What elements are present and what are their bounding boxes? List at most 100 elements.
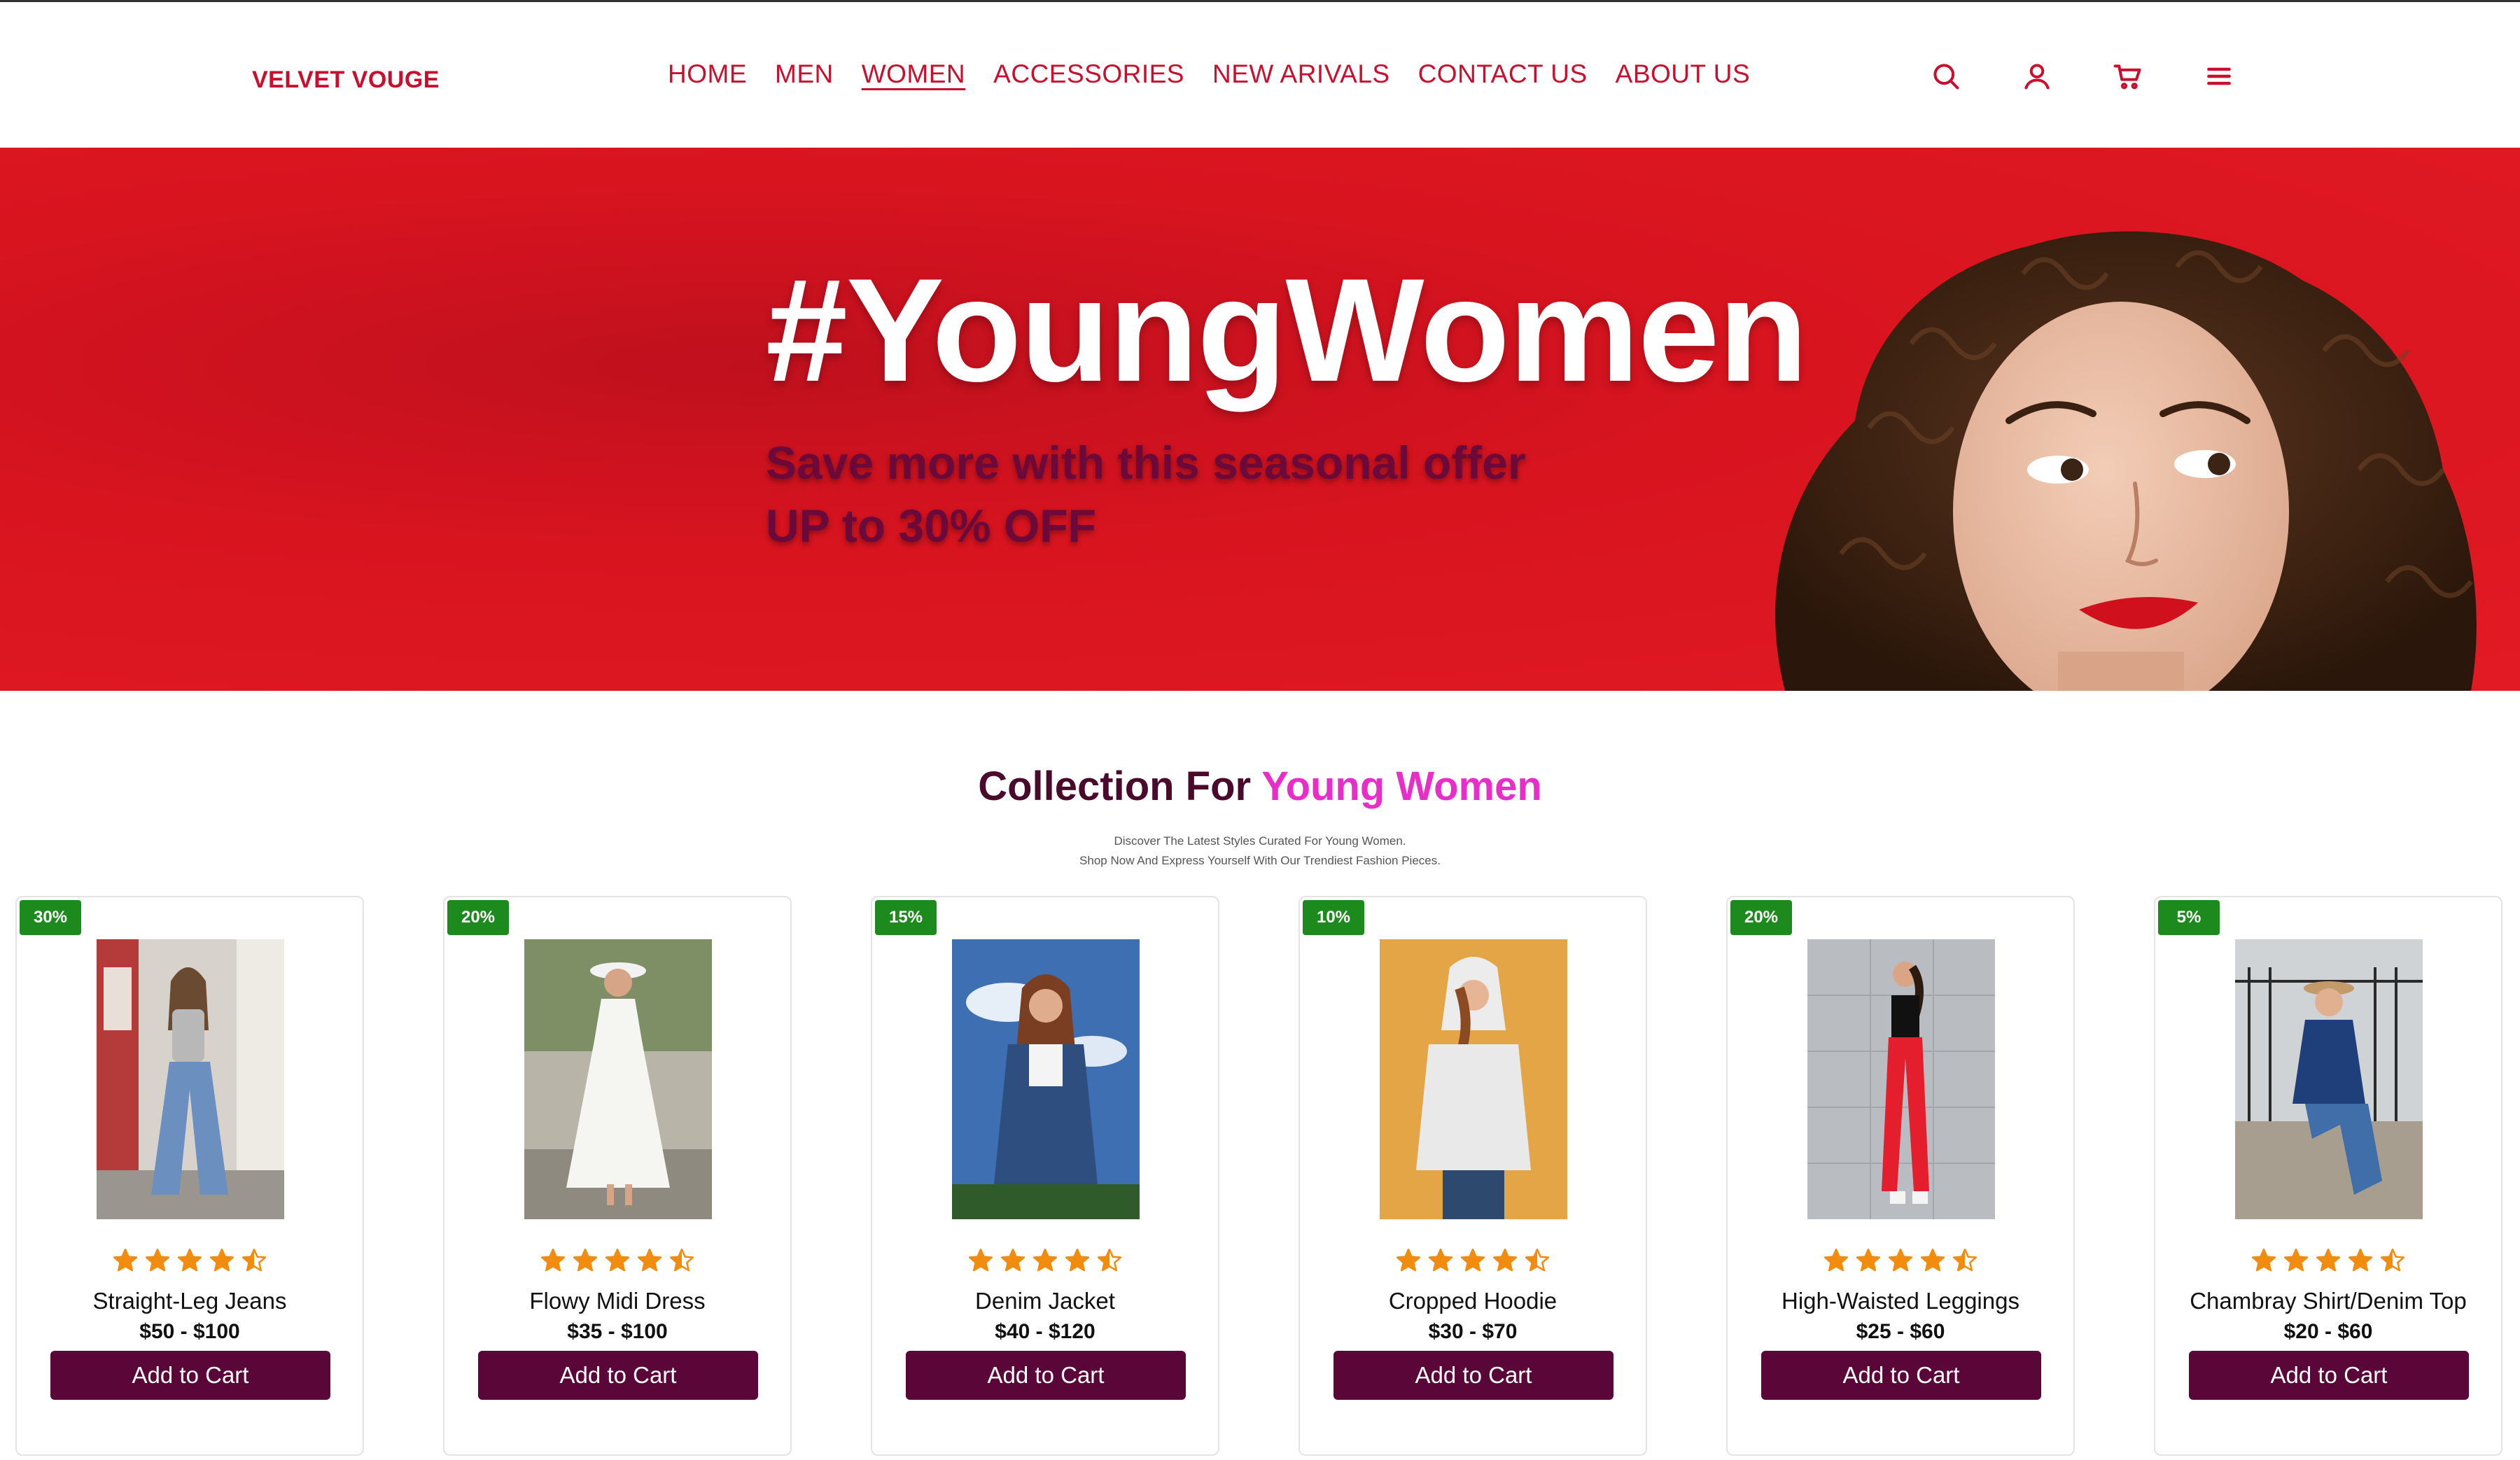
hero-banner: #YoungWomen Save more with this seasonal… — [0, 148, 2520, 691]
product-card[interactable]: 5% Chambray Shirt/Denim Top $20 - $60 Ad… — [2154, 896, 2502, 1456]
hero-model-image — [1775, 231, 2477, 691]
star-full-icon — [1000, 1248, 1026, 1272]
star-full-icon — [1823, 1248, 1849, 1272]
star-full-icon — [209, 1248, 234, 1272]
collection-subtitle: Discover The Latest Styles Curated For Y… — [0, 831, 2520, 871]
discount-badge: 20% — [447, 900, 509, 935]
user-icon — [2024, 64, 2050, 90]
collection-subtitle-line-2: Shop Now And Express Yourself With Our T… — [1079, 854, 1441, 867]
site-header: VELVET VOUGE HOME MEN WOMEN ACCESSORIES … — [0, 2, 2520, 148]
product-image — [2235, 939, 2423, 1219]
rating-stars — [872, 1247, 1218, 1274]
collection-title: Collection For Young Women — [0, 763, 2520, 810]
product-card[interactable]: 20% High-Waisted Leggings $25 - $60 Add … — [1726, 896, 2075, 1456]
product-name: Chambray Shirt/Denim Top — [2190, 1288, 2467, 1314]
search-icon — [1933, 64, 1959, 90]
product-name: Flowy Midi Dress — [529, 1288, 706, 1314]
product-price: $30 - $70 — [1428, 1320, 1518, 1343]
product-price: $40 - $120 — [995, 1320, 1096, 1343]
page: VELVET VOUGE HOME MEN WOMEN ACCESSORIES … — [0, 0, 2520, 1460]
product-image — [1380, 939, 1567, 1219]
star-full-icon — [1396, 1248, 1421, 1272]
star-half-icon — [1525, 1248, 1550, 1272]
hero-title: #YoungWomen — [766, 248, 1808, 412]
product-grid: 30% Straight-Leg Jeans $50 - $100 Add to… — [15, 896, 2505, 1456]
rating-stars — [1300, 1247, 1646, 1274]
star-half-icon — [241, 1248, 267, 1272]
collection-title-accent: Young Women — [1261, 764, 1542, 809]
star-full-icon — [605, 1248, 630, 1272]
product-image — [97, 939, 284, 1219]
hero-offer-text: Save more with this seasonal offer — [766, 437, 1526, 489]
star-full-icon — [177, 1248, 202, 1272]
product-price: $50 - $100 — [139, 1320, 240, 1343]
star-full-icon — [2251, 1248, 2276, 1272]
nav-women[interactable]: WOMEN — [862, 59, 965, 89]
star-full-icon — [1856, 1248, 1881, 1272]
star-full-icon — [1032, 1248, 1058, 1272]
menu-icon — [2207, 67, 2231, 85]
rating-stars — [1728, 1247, 2073, 1274]
search-button[interactable] — [1929, 59, 1963, 93]
add-to-cart-button[interactable]: Add to Cart — [906, 1351, 1186, 1400]
discount-badge: 5% — [2158, 900, 2220, 935]
nav-accessories[interactable]: ACCESSORIES — [993, 59, 1184, 89]
star-half-icon — [1097, 1248, 1122, 1272]
account-button[interactable] — [2020, 59, 2054, 93]
collection-title-prefix: Collection For — [978, 764, 1252, 809]
product-price: $35 - $100 — [567, 1320, 668, 1343]
star-half-icon — [2380, 1248, 2405, 1272]
add-to-cart-button[interactable]: Add to Cart — [2189, 1351, 2469, 1400]
star-full-icon — [145, 1248, 170, 1272]
product-card[interactable]: 20% Flowy Midi Dress $35 - $100 Add to C… — [443, 896, 792, 1456]
star-full-icon — [1460, 1248, 1485, 1272]
add-to-cart-button[interactable]: Add to Cart — [478, 1351, 758, 1400]
product-name: Cropped Hoodie — [1388, 1288, 1558, 1314]
brand-logo[interactable]: VELVET VOUGE — [252, 66, 440, 94]
star-full-icon — [1492, 1248, 1518, 1272]
add-to-cart-button[interactable]: Add to Cart — [50, 1351, 330, 1400]
discount-badge: 20% — [1730, 900, 1792, 935]
product-name: Denim Jacket — [975, 1288, 1115, 1314]
discount-badge: 10% — [1303, 900, 1364, 935]
main-nav: HOME MEN WOMEN ACCESSORIES NEW ARIVALS C… — [668, 59, 1778, 89]
rating-stars — [444, 1247, 790, 1274]
star-full-icon — [113, 1248, 138, 1272]
star-full-icon — [1428, 1248, 1453, 1272]
star-full-icon — [968, 1248, 993, 1272]
discount-badge: 30% — [20, 900, 81, 935]
nav-about-us[interactable]: ABOUT US — [1616, 59, 1750, 89]
collection-subtitle-line-1: Discover The Latest Styles Curated For Y… — [1114, 834, 1406, 848]
product-card[interactable]: 10% Cropped Hoodie $30 - $70 Add to Cart — [1298, 896, 1647, 1456]
star-full-icon — [1920, 1248, 1945, 1272]
rating-stars — [17, 1247, 363, 1274]
product-image — [1807, 939, 1995, 1219]
star-half-icon — [1952, 1248, 1977, 1272]
product-card[interactable]: 15% Denim Jacket $40 - $120 Add to Cart — [871, 896, 1219, 1456]
product-card[interactable]: 30% Straight-Leg Jeans $50 - $100 Add to… — [15, 896, 364, 1456]
product-image — [524, 939, 712, 1219]
star-full-icon — [573, 1248, 598, 1272]
menu-button[interactable] — [2202, 59, 2236, 93]
star-half-icon — [669, 1248, 694, 1272]
star-full-icon — [2283, 1248, 2309, 1272]
add-to-cart-button[interactable]: Add to Cart — [1334, 1351, 1614, 1400]
nav-home[interactable]: HOME — [668, 59, 747, 89]
discount-badge: 15% — [875, 900, 937, 935]
hero-discount-text: UP to 30% OFF — [766, 500, 1096, 552]
nav-men[interactable]: MEN — [775, 59, 834, 89]
star-full-icon — [2316, 1248, 2341, 1272]
nav-new-arrivals[interactable]: NEW ARIVALS — [1212, 59, 1390, 89]
star-full-icon — [1888, 1248, 1913, 1272]
star-full-icon — [2348, 1248, 2373, 1272]
product-image — [952, 939, 1140, 1219]
product-name: Straight-Leg Jeans — [92, 1288, 287, 1314]
cart-button[interactable] — [2111, 59, 2145, 93]
product-name: High-Waisted Leggings — [1782, 1288, 2019, 1314]
product-price: $25 - $60 — [1856, 1320, 1945, 1343]
product-price: $20 - $60 — [2283, 1320, 2373, 1343]
nav-contact-us[interactable]: CONTACT US — [1418, 59, 1588, 89]
star-full-icon — [637, 1248, 662, 1272]
star-full-icon — [1065, 1248, 1090, 1272]
add-to-cart-button[interactable]: Add to Cart — [1761, 1351, 2041, 1400]
